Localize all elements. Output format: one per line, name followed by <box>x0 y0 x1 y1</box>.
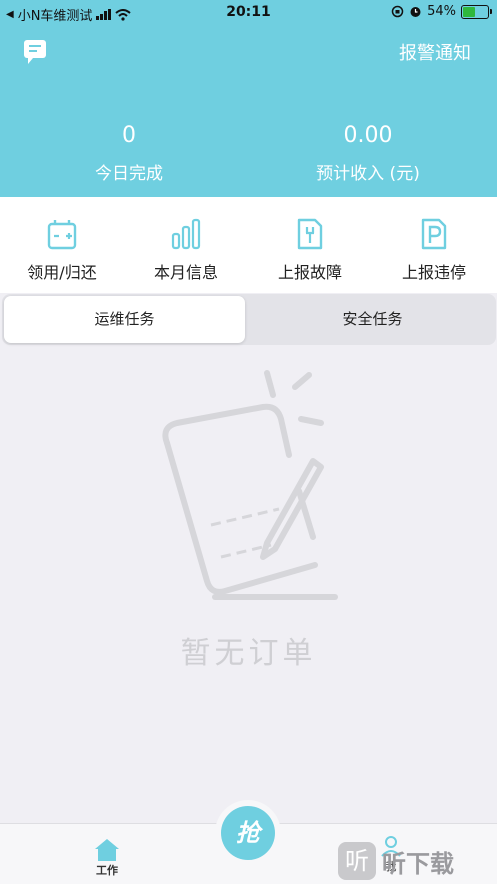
message-icon[interactable] <box>24 40 46 64</box>
action-borrow-return[interactable]: 领用/归还 <box>0 217 124 283</box>
action-label: 上报故障 <box>277 263 342 282</box>
grab-order-button[interactable]: 抢 <box>215 800 281 866</box>
home-icon <box>95 839 119 861</box>
action-label: 上报违停 <box>401 263 466 282</box>
stat-value: 0 <box>122 123 136 148</box>
action-label: 领用/归还 <box>27 263 97 282</box>
action-monthly-info[interactable]: 本月信息 <box>124 217 248 283</box>
alarm-clock-icon <box>410 7 421 17</box>
task-tabs: 运维任务 安全任务 <box>2 294 496 345</box>
tab-maintenance[interactable]: 运维任务 <box>4 296 245 343</box>
watermark-text: 听下载 <box>382 849 454 878</box>
battery-percent: 54% <box>427 4 456 19</box>
stat-label: 今日完成 <box>95 164 163 184</box>
status-bar: ◀ 小N车维测试 20:11 54% <box>0 0 497 26</box>
stat-label: 预计收入 (元) <box>316 164 420 184</box>
nav-work-label: 工作 <box>96 864 118 877</box>
header: 报警通知 0 今日完成 0.00 预计收入 (元) <box>0 26 497 197</box>
orientation-lock-icon <box>391 5 404 18</box>
empty-state-text: 暂无订单 <box>180 636 317 671</box>
grab-label: 抢 <box>221 806 275 860</box>
nav-work[interactable]: 工作 <box>92 838 122 878</box>
quick-actions: 领用/归还 本月信息 上报故障 上报违停 <box>0 197 497 293</box>
status-right: 54% <box>391 4 492 19</box>
watermark: 听 听下载 <box>338 842 454 880</box>
stat-completed-today: 0 今日完成 <box>29 122 229 184</box>
action-label: 本月信息 <box>153 263 218 282</box>
alarm-notice-link[interactable]: 报警通知 <box>399 39 471 65</box>
battery-icon <box>47 220 77 250</box>
tab-safety[interactable]: 安全任务 <box>249 294 496 345</box>
wrench-doc-icon <box>297 218 323 250</box>
parking-icon <box>421 218 447 250</box>
action-report-parking[interactable]: 上报违停 <box>372 217 496 283</box>
watermark-logo-icon: 听 <box>338 842 376 880</box>
empty-orders-illustration <box>162 370 338 600</box>
stat-value: 0.00 <box>343 123 393 148</box>
battery-icon <box>461 4 492 19</box>
action-report-fault[interactable]: 上报故障 <box>248 217 372 283</box>
stat-estimated-income: 0.00 预计收入 (元) <box>268 122 468 184</box>
bar-chart-icon <box>171 218 201 250</box>
